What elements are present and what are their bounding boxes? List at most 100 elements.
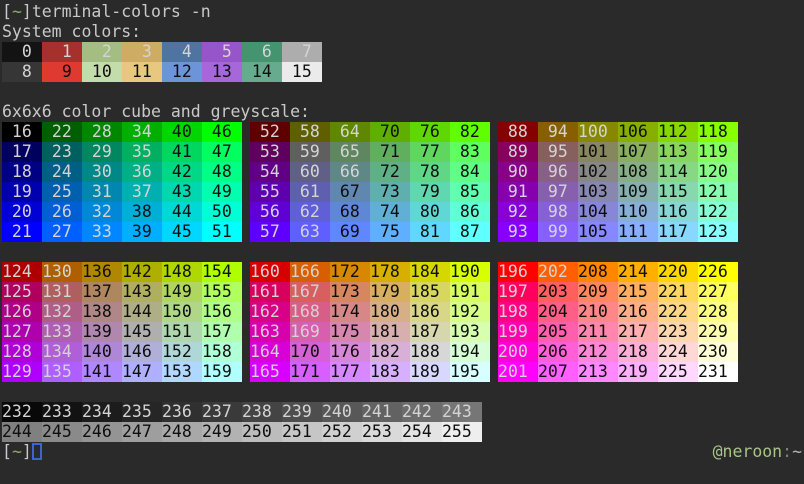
color-cell-170: 170 <box>290 342 330 362</box>
color-cell-226: 226 <box>698 262 738 282</box>
color-cell-185: 185 <box>410 282 450 302</box>
color-cell-101: 101 <box>578 142 618 162</box>
color-cell-222: 222 <box>658 302 698 322</box>
color-cell-191: 191 <box>450 282 490 302</box>
color-cell-173: 173 <box>330 282 370 302</box>
color-cell-21: 21 <box>2 222 42 242</box>
color-cell-230: 230 <box>698 342 738 362</box>
color-cell-251: 251 <box>282 422 322 442</box>
color-cell-224: 224 <box>658 342 698 362</box>
color-cell-161: 161 <box>250 282 290 302</box>
color-cell-36: 36 <box>122 162 162 182</box>
color-cell-234: 234 <box>82 402 122 422</box>
block-gap <box>490 302 498 322</box>
color-cell-84: 84 <box>450 162 490 182</box>
color-cell-144: 144 <box>122 302 162 322</box>
color-cell-17: 17 <box>2 142 42 162</box>
cube-row: 19 25 31 37 43 49 55 61 67 73 79 85 91 9… <box>2 182 804 202</box>
color-cell-184: 184 <box>410 262 450 282</box>
prompt-tilde: ~ <box>12 442 22 461</box>
color-cell-248: 248 <box>162 422 202 442</box>
color-cell-67: 67 <box>330 182 370 202</box>
color-cell-91: 91 <box>498 182 538 202</box>
color-cell-168: 168 <box>290 302 330 322</box>
cube-row: 126 132 138 144 150 156 162 168 174 180 … <box>2 302 804 322</box>
color-cell-138: 138 <box>82 302 122 322</box>
color-cell-198: 198 <box>498 302 538 322</box>
color-cell-46: 46 <box>202 122 242 142</box>
color-cell-100: 100 <box>578 122 618 142</box>
color-cell-239: 239 <box>282 402 322 422</box>
color-cell-247: 247 <box>122 422 162 442</box>
color-cell-127: 127 <box>2 322 42 342</box>
block-gap <box>490 282 498 302</box>
cube-row: 128 134 140 146 152 158 164 170 176 182 … <box>2 342 804 362</box>
color-cell-111: 111 <box>618 222 658 242</box>
color-cell-20: 20 <box>2 202 42 222</box>
block-gap <box>490 362 498 382</box>
color-cell-94: 94 <box>538 122 578 142</box>
prompt-tilde: ~ <box>12 2 22 21</box>
color-cell-55: 55 <box>250 182 290 202</box>
color-cell-43: 43 <box>162 182 202 202</box>
path-tilde: ~ <box>792 442 802 461</box>
color-cell-6: 6 <box>242 42 282 62</box>
color-cell-217: 217 <box>618 322 658 342</box>
color-cell-166: 166 <box>290 262 330 282</box>
greyscale-row: 244 245 246 247 248 249 250 251 252 253 … <box>2 422 804 442</box>
color-cell-200: 200 <box>498 342 538 362</box>
color-cell-221: 221 <box>658 282 698 302</box>
color-cell-208: 208 <box>578 262 618 282</box>
color-cell-187: 187 <box>410 322 450 342</box>
block-gap <box>242 222 250 242</box>
color-cell-202: 202 <box>538 262 578 282</box>
block-gap <box>490 142 498 162</box>
color-cell-149: 149 <box>162 282 202 302</box>
prompt-bracket-close: ] <box>22 442 32 461</box>
color-cell-11: 11 <box>122 62 162 82</box>
right-prompt: @neroon:~ <box>713 442 802 462</box>
terminal-screen[interactable]: [~]terminal-colors -n System colors: 0 1… <box>0 0 804 484</box>
color-cell-92: 92 <box>498 202 538 222</box>
color-cell-106: 106 <box>618 122 658 142</box>
color-cell-238: 238 <box>242 402 282 422</box>
color-cell-35: 35 <box>122 142 162 162</box>
cube-row: 17 23 29 35 41 47 53 59 65 71 77 83 89 9… <box>2 142 804 162</box>
color-cell-229: 229 <box>698 322 738 342</box>
color-cell-160: 160 <box>250 262 290 282</box>
color-cell-133: 133 <box>42 322 82 342</box>
block-gap <box>242 122 250 142</box>
color-cell-225: 225 <box>658 362 698 382</box>
block-gap <box>490 262 498 282</box>
block-gap <box>242 322 250 342</box>
color-cell-163: 163 <box>250 322 290 342</box>
color-cell-74: 74 <box>370 202 410 222</box>
color-cell-143: 143 <box>122 282 162 302</box>
color-cell-195: 195 <box>450 362 490 382</box>
color-cell-211: 211 <box>578 322 618 342</box>
color-cell-69: 69 <box>330 222 370 242</box>
block-gap <box>242 362 250 382</box>
color-cell-194: 194 <box>450 342 490 362</box>
color-cell-16: 16 <box>2 122 42 142</box>
color-cell-51: 51 <box>202 222 242 242</box>
color-cell-89: 89 <box>498 142 538 162</box>
color-cell-182: 182 <box>370 342 410 362</box>
color-cell-70: 70 <box>370 122 410 142</box>
color-cell-233: 233 <box>42 402 82 422</box>
color-cell-103: 103 <box>578 182 618 202</box>
blank-line <box>2 382 804 402</box>
color-cell-147: 147 <box>122 362 162 382</box>
color-cell-73: 73 <box>370 182 410 202</box>
block-gap <box>490 182 498 202</box>
color-cell-203: 203 <box>538 282 578 302</box>
color-cell-241: 241 <box>362 402 402 422</box>
color-cell-254: 254 <box>402 422 442 442</box>
color-cell-128: 128 <box>2 342 42 362</box>
color-cell-146: 146 <box>122 342 162 362</box>
host-label: @neroon <box>713 442 783 461</box>
color-cell-28: 28 <box>82 122 122 142</box>
cube-row: 20 26 32 38 44 50 56 62 68 74 80 86 92 9… <box>2 202 804 222</box>
color-cell-186: 186 <box>410 302 450 322</box>
color-cell-10: 10 <box>82 62 122 82</box>
